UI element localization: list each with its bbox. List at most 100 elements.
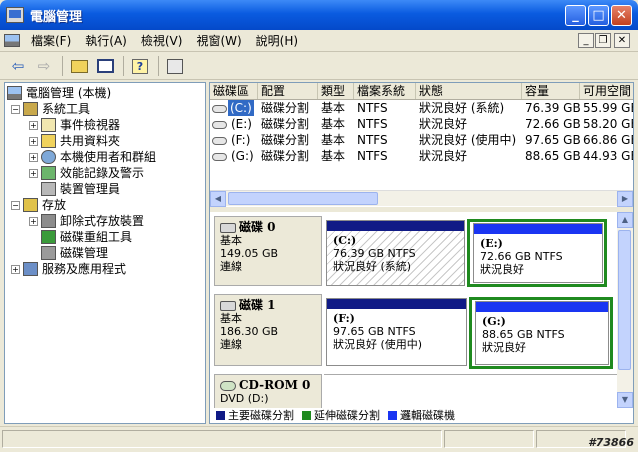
show-hide-tree-icon[interactable] [93,55,117,77]
scroll-left-arrow-icon[interactable]: ◀ [210,191,226,207]
volume-free: 55.99 GB [583,101,634,115]
menu-help[interactable]: 說明(H) [249,31,305,51]
column-header-filesystem[interactable]: 檔案系統 [354,83,416,99]
collapse-icon[interactable]: − [11,200,20,210]
column-header-type[interactable]: 類型 [318,83,354,99]
volume-type: 基本 [321,133,346,147]
window-title: 電腦管理 [30,9,83,25]
properties-icon[interactable] [163,55,187,77]
vertical-scrollbar[interactable]: ▲ ▼ [617,212,633,408]
volume-capacity: 88.65 GB [525,149,580,163]
volume-status: 狀況良好 [419,149,468,163]
volume-fs: NTFS [357,133,388,147]
partition-legend: 主要磁碟分割 延伸磁碟分割 邏輯磁碟機 [214,407,455,423]
tree-system-tools[interactable]: − 系統工具 [11,101,90,117]
menu-file[interactable]: 檔案(F) [24,31,78,51]
volume-layout: 磁碟分割 [261,101,310,115]
tree-disk-management[interactable]: 磁碟管理 [41,245,108,261]
volume-status: 狀況良好 [419,117,468,131]
toolbar-separator [158,56,159,76]
primary-partition-bar [327,221,464,231]
column-header-layout[interactable]: 配置 [258,83,318,99]
tree-event-viewer[interactable]: + 事件檢視器 [29,117,120,133]
partition-f[interactable]: (F:) 97.65 GB NTFS 狀況良好 (使用中) [326,298,467,366]
partition-label: (F:) [333,312,355,325]
collapse-icon[interactable]: − [11,104,20,114]
disk-1-info[interactable]: 磁碟 1 基本 186.30 GB 連線 [214,294,322,366]
forward-arrow-icon[interactable]: ⇨ [32,55,56,77]
scroll-up-arrow-icon[interactable]: ▲ [617,212,633,228]
partition-label: (E:) [480,237,503,250]
volume-row[interactable]: (E:) 磁碟分割 基本 NTFS 狀況良好 72.66 GB 58.20 GB [210,116,633,132]
mdi-restore-button[interactable]: ❐ [595,33,611,48]
column-header-capacity[interactable]: 容量 [522,83,580,99]
cdrom-name: CD-ROM 0 [239,378,311,392]
tree-perf-logs[interactable]: + 效能記錄及警示 [29,165,144,181]
disk-0-info[interactable]: 磁碟 0 基本 149.05 GB 連線 [214,216,322,286]
expand-icon[interactable]: + [29,168,38,178]
menu-action[interactable]: 執行(A) [78,31,134,51]
partition-c[interactable]: (C:) 76.39 GB NTFS 狀況良好 (系統) [326,220,465,286]
column-header-volume[interactable]: 磁碟區 [210,83,258,99]
partition-size: 72.66 GB NTFS [480,250,563,263]
menu-bar: 檔案(F) 執行(A) 檢視(V) 視窗(W) 說明(H) [0,30,638,52]
partition-status: 狀況良好 [480,263,524,276]
column-header-status[interactable]: 狀態 [416,83,522,99]
computer-management-icon [6,7,24,23]
tree-label: 裝置管理員 [60,182,121,196]
partition-status: 狀況良好 [482,341,526,354]
drive-icon [212,148,227,164]
vertical-scroll-thumb[interactable] [618,230,631,370]
volume-row[interactable]: (C:) 磁碟分割 基本 NTFS 狀況良好 (系統) 76.39 GB 55.… [210,100,633,116]
minimize-button[interactable]: _ [565,5,586,26]
toolbar-separator [123,56,124,76]
mdi-close-button[interactable]: ✕ [614,33,630,48]
tree-shared-folders[interactable]: + 共用資料夾 [29,133,120,149]
mmc-icon [4,34,20,47]
volume-capacity: 76.39 GB [525,101,580,115]
menu-window[interactable]: 視窗(W) [189,31,248,51]
tree-root[interactable]: 電腦管理 (本機) [7,85,111,101]
partition-e[interactable]: (E:) 72.66 GB NTFS 狀況良好 [473,223,603,283]
volume-type: 基本 [321,117,346,131]
disk-name: 磁碟 0 [239,220,276,234]
close-button[interactable]: ✕ [611,5,632,26]
scroll-down-arrow-icon[interactable]: ▼ [617,392,633,408]
tree-device-manager[interactable]: 裝置管理員 [41,181,120,197]
expand-icon[interactable]: + [29,216,38,226]
mdi-minimize-button[interactable]: _ [578,33,594,48]
tree-storage[interactable]: − 存放 [11,197,66,213]
column-header-free-space[interactable]: 可用空間 [580,83,633,99]
cdrom-info[interactable]: CD-ROM 0 DVD (D:) [214,374,322,408]
logical-drive-bar [474,224,602,234]
device-manager-icon [41,182,56,196]
help-icon[interactable]: ? [128,55,152,77]
tree-label: 卸除式存放裝置 [60,214,145,228]
volume-status: 狀況良好 (系統) [419,101,505,115]
horizontal-scroll-thumb[interactable] [228,192,378,205]
partition-g[interactable]: (G:) 88.65 GB NTFS 狀況良好 [475,301,609,365]
disk-management-icon [41,246,56,260]
expand-icon[interactable]: + [29,120,38,130]
title-bar[interactable]: 電腦管理 _ □ ✕ [0,0,638,30]
tree-local-users[interactable]: + 本機使用者和群組 [29,149,156,165]
maximize-button[interactable]: □ [588,5,609,26]
tree-defrag[interactable]: 磁碟重組工具 [41,229,132,245]
tree-removable-storage[interactable]: + 卸除式存放裝置 [29,213,144,229]
expand-icon[interactable]: + [11,264,20,274]
volume-row[interactable]: (G:) 磁碟分割 基本 NTFS 狀況良好 88.65 GB 44.93 GB [210,148,633,164]
menu-view[interactable]: 檢視(V) [134,31,190,51]
disk-size: 149.05 GB [220,247,279,260]
expand-icon[interactable]: + [29,136,38,146]
horizontal-scrollbar[interactable]: ◀ ▶ [210,190,633,207]
tree-label: 共用資料夾 [60,134,121,148]
volume-row[interactable]: (F:) 磁碟分割 基本 NTFS 狀況良好 (使用中) 97.65 GB 66… [210,132,633,148]
disk-size: 186.30 GB [220,325,279,338]
up-folder-icon[interactable] [67,55,91,77]
status-bar [0,426,638,452]
back-arrow-icon[interactable]: ⇦ [6,55,30,77]
expand-icon[interactable]: + [29,152,38,162]
scroll-right-arrow-icon[interactable]: ▶ [617,191,633,207]
tree-services[interactable]: + 服務及應用程式 [11,261,126,277]
cdrom-area[interactable] [324,374,617,408]
